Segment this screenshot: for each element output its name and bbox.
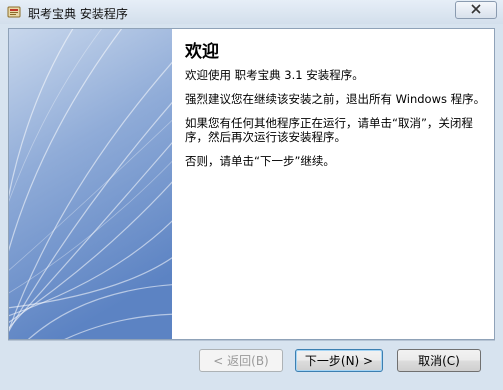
next-button[interactable]: 下一步(N) > — [295, 349, 383, 372]
close-programs-text: 强烈建议您在继续该安装之前，退出所有 Windows 程序。 — [185, 92, 486, 106]
wizard-banner-image — [9, 29, 185, 339]
welcome-text: 欢迎使用 职考宝典 3.1 安装程序。 — [185, 68, 364, 82]
back-button[interactable]: < 返回(B) — [199, 349, 283, 372]
continue-instruction-text: 否则，请单击“下一步”继续。 — [185, 154, 335, 168]
close-icon — [471, 3, 481, 17]
page-heading: 欢迎 — [185, 42, 219, 62]
cancel-button[interactable]: 取消(C) — [397, 349, 481, 372]
close-button[interactable] — [455, 1, 497, 19]
window-title: 职考宝典 安装程序 — [28, 7, 128, 21]
wizard-panel: 欢迎 欢迎使用 职考宝典 3.1 安装程序。 强烈建议您在继续该安装之前，退出所… — [8, 28, 495, 340]
app-icon — [6, 4, 22, 20]
title-bar[interactable]: 职考宝典 安装程序 — [0, 0, 503, 24]
installer-window: 职考宝典 安装程序 欢迎 欢迎使用 职考宝典 3.1 安装程序。 强烈建议您在继… — [0, 0, 503, 390]
cancel-instruction-text: 如果您有任何其他程序正在运行，请单击“取消”，关闭程序，然后再次运行该安装程序。 — [185, 116, 473, 144]
wizard-content: 欢迎 欢迎使用 职考宝典 3.1 安装程序。 强烈建议您在继续该安装之前，退出所… — [185, 37, 487, 178]
footer-divider — [8, 340, 495, 341]
